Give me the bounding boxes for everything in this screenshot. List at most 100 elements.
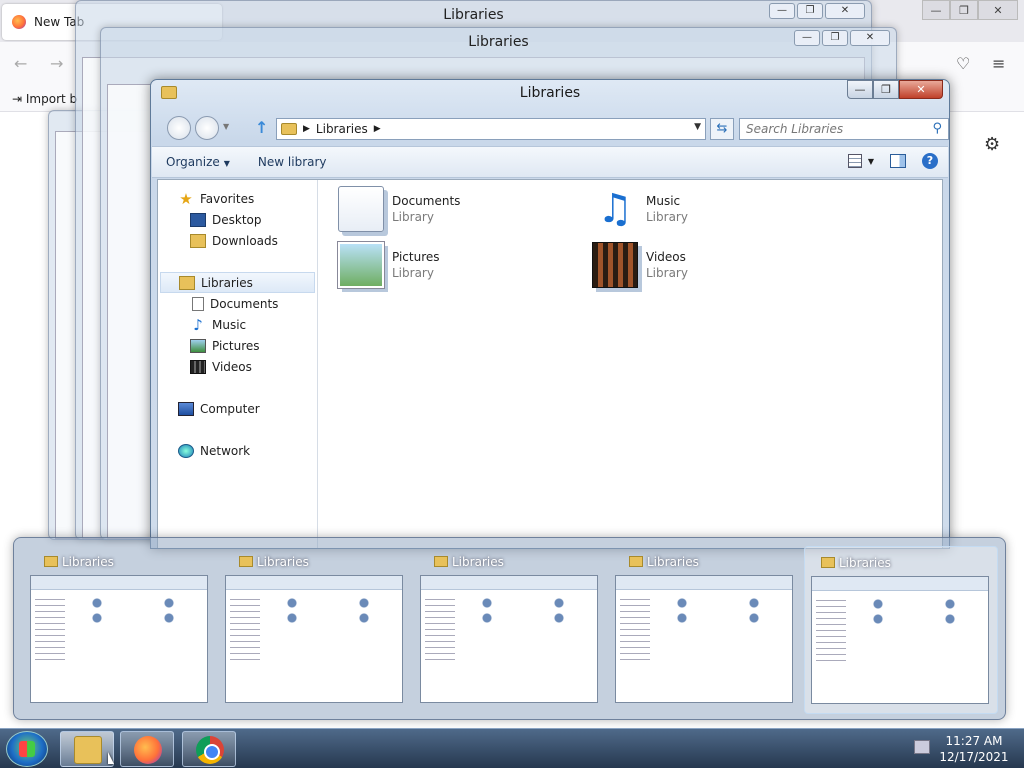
taskbar-chrome-button[interactable] (182, 731, 236, 767)
nav-pictures-label: Pictures (212, 338, 260, 353)
thumbnail-title-text: Libraries (647, 555, 699, 569)
firefox-icon (12, 15, 26, 29)
network-icon (178, 443, 194, 458)
desktop-icon (190, 212, 206, 227)
nav-music[interactable]: ♪ Music (158, 314, 317, 335)
gear-icon[interactable]: ⚙ (984, 134, 1000, 155)
nav-videos[interactable]: Videos (158, 356, 317, 377)
libraries-folder-icon (434, 556, 448, 567)
nav-favorites-label: Favorites (200, 191, 255, 206)
nav-desktop[interactable]: Desktop (158, 209, 317, 230)
up-arrow-icon[interactable]: ↑ (255, 118, 268, 137)
back-button[interactable] (167, 116, 191, 140)
explorer-window[interactable]: Libraries — ❐ ✕ ▼ ↑ ▶ Libraries ▶ ▼ ⇆ Se… (150, 79, 950, 549)
mouse-cursor-icon (108, 752, 114, 764)
clock-date: 12/17/2021 (939, 750, 1009, 764)
item-name: Music (646, 194, 681, 208)
music-library-icon: ♫ (597, 186, 633, 232)
system-clock[interactable]: 11:27 AM 12/17/2021 (938, 733, 1010, 765)
menu-icon[interactable]: ≡ (992, 54, 1005, 73)
libraries-icon (179, 275, 195, 290)
breadcrumb-chevron-icon[interactable]: ▶ (374, 124, 381, 134)
taskbar-firefox-button[interactable] (120, 731, 174, 767)
nav-favorites[interactable]: ★ Favorites (158, 188, 317, 209)
preview-pane-icon[interactable] (890, 154, 906, 168)
address-dropdown-icon[interactable]: ▼ (694, 122, 701, 132)
nav-desktop-label: Desktop (212, 212, 262, 227)
nav-pictures[interactable]: Pictures (158, 335, 317, 356)
browser-close-button[interactable]: ✕ (978, 0, 1018, 20)
window-controls: — ❐ ✕ (847, 80, 943, 99)
switcher-thumbnail[interactable]: Libraries (613, 546, 807, 714)
library-item-documents[interactable]: Documents Library (338, 186, 578, 238)
thumbnail-title: Libraries (629, 555, 699, 569)
nav-music-label: Music (212, 317, 247, 332)
libraries-folder-icon (281, 123, 297, 135)
ghost-window-title: Libraries (443, 7, 504, 23)
forward-arrow-icon[interactable]: → (50, 54, 63, 73)
organize-button[interactable]: Organize ▼ (152, 155, 244, 169)
windows-logo-icon (19, 741, 35, 757)
nav-libraries[interactable]: Libraries (160, 272, 315, 293)
search-placeholder: Search Libraries (746, 122, 844, 136)
nav-downloads[interactable]: Downloads (158, 230, 317, 251)
search-icon[interactable]: ⚲ (932, 121, 942, 136)
browser-minimize-button[interactable]: — (922, 0, 950, 20)
nav-network-label: Network (200, 443, 251, 458)
address-bar[interactable]: ▶ Libraries ▶ ▼ (276, 118, 706, 140)
switcher-thumbnail[interactable]: Libraries (28, 546, 222, 714)
nav-computer[interactable]: Computer (158, 398, 317, 419)
item-name: Videos (646, 250, 686, 264)
chrome-icon (196, 736, 224, 764)
downloads-icon (190, 233, 206, 248)
back-arrow-icon[interactable]: ← (14, 54, 27, 73)
item-type: Library (392, 210, 434, 224)
documents-library-icon (338, 186, 384, 232)
library-item-pictures[interactable]: Pictures Library (338, 242, 578, 294)
import-bookmarks-link[interactable]: ⇥ Import b (12, 92, 77, 106)
videos-icon (190, 359, 206, 374)
forward-button[interactable] (195, 116, 219, 140)
item-type: Library (646, 266, 688, 280)
breadcrumb-libraries[interactable]: Libraries (316, 122, 368, 136)
clock-time: 11:27 AM (945, 734, 1003, 748)
network-tray-icon[interactable] (914, 740, 930, 754)
library-items: Documents Library ♫ Music Library Pictur… (318, 180, 942, 548)
switcher-thumbnail[interactable]: Libraries (223, 546, 417, 714)
import-bookmarks-label: Import b (25, 92, 78, 106)
item-type: Library (646, 210, 688, 224)
item-name: Pictures (392, 250, 440, 264)
taskbar-explorer-button[interactable] (60, 731, 114, 767)
recent-pages-chevron-icon[interactable]: ▼ (223, 122, 229, 131)
thumbnail-preview (811, 576, 989, 704)
close-button[interactable]: ✕ (899, 80, 943, 99)
thumbnail-title-text: Libraries (839, 556, 891, 570)
thumbnail-title-text: Libraries (62, 555, 114, 569)
pocket-icon[interactable]: ♡ (956, 54, 970, 73)
breadcrumb-chevron-icon[interactable]: ▶ (303, 124, 310, 134)
maximize-button[interactable]: ❐ (873, 80, 899, 99)
nav-documents[interactable]: Documents (158, 293, 317, 314)
search-input[interactable]: Search Libraries ⚲ (739, 118, 949, 140)
thumbnail-preview (225, 575, 403, 703)
pictures-icon (190, 338, 206, 353)
new-library-button[interactable]: New library (244, 155, 341, 169)
switcher-thumbnail[interactable]: Libraries (418, 546, 612, 714)
library-item-music[interactable]: ♫ Music Library (592, 186, 832, 238)
switcher-thumbnail-selected[interactable]: Libraries (804, 546, 998, 714)
nav-network[interactable]: Network (158, 440, 317, 461)
thumbnail-title: Libraries (44, 555, 114, 569)
help-icon[interactable]: ? (922, 153, 938, 169)
navigation-pane: ★ Favorites Desktop Downloads Libraries … (158, 180, 318, 548)
content-area: ★ Favorites Desktop Downloads Libraries … (157, 179, 943, 548)
change-view-button[interactable]: ▼ (847, 154, 874, 168)
thumbnail-title-text: Libraries (452, 555, 504, 569)
window-title: Libraries (519, 85, 581, 101)
refresh-button[interactable]: ⇆ (710, 118, 734, 140)
library-item-videos[interactable]: Videos Library (592, 242, 832, 294)
folder-icon (74, 736, 102, 764)
start-button[interactable] (6, 731, 48, 767)
minimize-button[interactable]: — (847, 80, 873, 99)
browser-maximize-button[interactable]: ❐ (950, 0, 978, 20)
nav-documents-label: Documents (210, 296, 279, 311)
